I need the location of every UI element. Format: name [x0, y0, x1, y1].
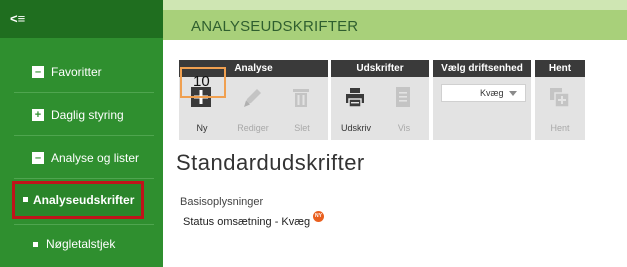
ribbon-group-label: Hent [535, 60, 585, 77]
highlight-number: 10 [193, 73, 210, 90]
print-button-label: Udskriv [340, 123, 371, 133]
collapse-menu-button[interactable]: <≡ [10, 11, 25, 27]
sidebar-divider [14, 224, 154, 225]
fetch-button-label: Hent [550, 123, 570, 133]
edit-button[interactable]: Rediger [231, 77, 275, 140]
collapse-icon: – [32, 152, 44, 164]
add-window-icon [550, 88, 570, 108]
sidebar: <≡ – Favoritter + Daglig styring – Analy… [0, 0, 163, 267]
chevron-down-icon [509, 91, 517, 96]
select-value: Kvæg [480, 88, 504, 98]
page-header-title: ANALYSEUDSKRIFTER [191, 18, 359, 35]
expand-icon: + [32, 109, 44, 121]
page-title: Standardudskrifter [176, 150, 365, 175]
delete-button-label: Slet [294, 123, 310, 133]
bullet-icon [33, 242, 38, 247]
view-button[interactable]: Vis [382, 77, 426, 140]
sidebar-item-daglig-styring[interactable]: + Daglig styring [12, 97, 160, 135]
sidebar-header: <≡ [0, 0, 163, 38]
sidebar-item-label: Analyse og lister [51, 151, 140, 165]
ribbon-group-udskrifter: Udskrifter Udskriv Vis [331, 60, 429, 140]
header-bar: ANALYSEUDSKRIFTER [163, 0, 627, 40]
sidebar-item-label: Favoritter [51, 65, 102, 79]
ribbon-group-hent: Hent Hent [535, 60, 585, 140]
pencil-icon [244, 89, 261, 107]
new-button-label: Ny [196, 123, 208, 133]
sidebar-item-label: Analyseudskrifter [33, 193, 135, 207]
delete-button[interactable]: Slet [280, 77, 324, 140]
ribbon-group-label: Vælg driftsenhed [433, 60, 531, 77]
fetch-button[interactable]: Hent [538, 77, 582, 140]
report-link[interactable]: Status omsætning - Kvæg [183, 216, 310, 229]
sidebar-item-analyseudskrifter[interactable]: Analyseudskrifter [12, 181, 144, 219]
driftsenhed-select[interactable]: Kvæg [441, 84, 526, 102]
bullet-icon [23, 197, 28, 202]
sidebar-divider [14, 178, 154, 179]
sidebar-item-noegletalstjek[interactable]: Nøgletalstjek [12, 226, 160, 264]
sidebar-divider [14, 135, 154, 136]
ribbon-group-body: Hent [535, 77, 585, 140]
sidebar-item-label: Nøgletalstjek [46, 237, 116, 251]
ribbon-group-body: Udskriv Vis [331, 77, 429, 140]
ribbon-group-label: Udskrifter [331, 60, 429, 77]
section-heading: Basisoplysninger [180, 196, 264, 208]
sidebar-item-label: Daglig styring [51, 108, 124, 122]
view-button-label: Vis [397, 123, 411, 133]
print-button[interactable]: Udskriv [334, 77, 378, 140]
trash-icon [293, 89, 309, 107]
new-badge: NY [313, 211, 324, 222]
document-icon [396, 87, 410, 107]
sidebar-divider [14, 92, 154, 93]
sidebar-item-favoritter[interactable]: – Favoritter [12, 54, 160, 92]
printer-icon [346, 88, 364, 108]
collapse-icon: – [32, 66, 44, 78]
sidebar-item-analyse-og-lister[interactable]: – Analyse og lister [12, 140, 160, 178]
edit-button-label: Rediger [237, 123, 269, 133]
